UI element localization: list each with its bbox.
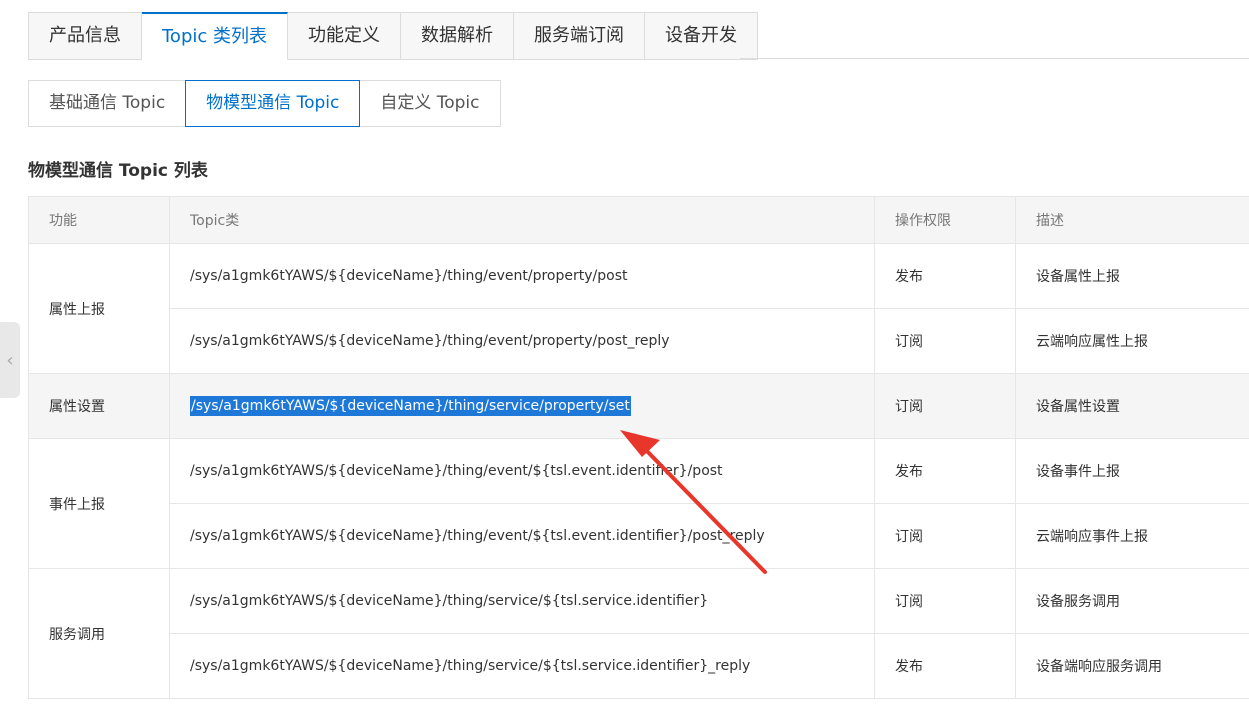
- table-row: /sys/a1gmk6tYAWS/${deviceName}/thing/eve…: [29, 503, 1249, 569]
- permission-cell: 订阅: [874, 568, 1016, 634]
- tab-product-info[interactable]: 产品信息: [28, 12, 142, 60]
- function-cell: 属性上报: [28, 243, 170, 374]
- topic-cell[interactable]: /sys/a1gmk6tYAWS/${deviceName}/thing/eve…: [169, 503, 875, 569]
- sidebar-collapse-handle[interactable]: ‹: [0, 322, 20, 398]
- description-cell: 设备事件上报: [1015, 438, 1249, 504]
- selected-topic-text[interactable]: /sys/a1gmk6tYAWS/${deviceName}/thing/ser…: [190, 396, 631, 416]
- subtab-thing-model-topic[interactable]: 物模型通信 Topic: [185, 80, 361, 127]
- header-permission: 操作权限: [874, 196, 1016, 244]
- topic-cell-selected[interactable]: /sys/a1gmk6tYAWS/${deviceName}/thing/ser…: [169, 373, 875, 439]
- topic-table: 功能 Topic类 操作权限 描述 属性上报 /sys/a1gmk6tYAWS/…: [28, 196, 1249, 699]
- subtab-custom-topic[interactable]: 自定义 Topic: [360, 80, 501, 127]
- header-function: 功能: [28, 196, 170, 244]
- chevron-left-icon: ‹: [6, 349, 14, 371]
- permission-cell: 发布: [874, 243, 1016, 309]
- tab-server-subscription[interactable]: 服务端订阅: [514, 12, 645, 60]
- subtab-basic-topic[interactable]: 基础通信 Topic: [28, 80, 187, 127]
- description-cell: 设备服务调用: [1015, 568, 1249, 634]
- topic-cell[interactable]: /sys/a1gmk6tYAWS/${deviceName}/thing/eve…: [169, 438, 875, 504]
- tab-topic-list[interactable]: Topic 类列表: [142, 12, 288, 60]
- topic-cell[interactable]: /sys/a1gmk6tYAWS/${deviceName}/thing/ser…: [169, 633, 875, 699]
- sub-tab-bar: 基础通信 Topic 物模型通信 Topic 自定义 Topic: [28, 80, 501, 127]
- description-cell: 云端响应事件上报: [1015, 503, 1249, 569]
- tab-device-development[interactable]: 设备开发: [645, 12, 758, 60]
- topic-cell[interactable]: /sys/a1gmk6tYAWS/${deviceName}/thing/ser…: [169, 568, 875, 634]
- function-cell: 事件上报: [28, 438, 170, 569]
- main-tab-bar: 产品信息 Topic 类列表 功能定义 数据解析 服务端订阅 设备开发: [28, 12, 758, 60]
- description-cell: 设备端响应服务调用: [1015, 633, 1249, 699]
- table-header-row: 功能 Topic类 操作权限 描述: [28, 196, 1249, 244]
- table-row: 服务调用 /sys/a1gmk6tYAWS/${deviceName}/thin…: [28, 568, 1249, 699]
- description-cell: 设备属性设置: [1015, 373, 1249, 439]
- description-cell: 云端响应属性上报: [1015, 308, 1249, 374]
- permission-cell: 发布: [874, 633, 1016, 699]
- section-title: 物模型通信 Topic 列表: [28, 161, 208, 181]
- table-row: /sys/a1gmk6tYAWS/${deviceName}/thing/ser…: [29, 633, 1249, 699]
- tab-bar-divider: [740, 58, 1249, 59]
- permission-cell: 订阅: [874, 373, 1016, 439]
- table-row: 属性设置 /sys/a1gmk6tYAWS/${deviceName}/thin…: [28, 373, 1249, 439]
- topic-cell[interactable]: /sys/a1gmk6tYAWS/${deviceName}/thing/eve…: [169, 308, 875, 374]
- header-topic: Topic类: [169, 196, 875, 244]
- tab-data-parsing[interactable]: 数据解析: [401, 12, 514, 60]
- permission-cell: 发布: [874, 438, 1016, 504]
- description-cell: 设备属性上报: [1015, 243, 1249, 309]
- table-row: 属性上报 /sys/a1gmk6tYAWS/${deviceName}/thin…: [28, 243, 1249, 374]
- function-cell: 属性设置: [28, 373, 170, 439]
- table-row: 事件上报 /sys/a1gmk6tYAWS/${deviceName}/thin…: [28, 438, 1249, 569]
- function-cell: 服务调用: [28, 568, 170, 699]
- permission-cell: 订阅: [874, 503, 1016, 569]
- table-row: /sys/a1gmk6tYAWS/${deviceName}/thing/eve…: [29, 308, 1249, 374]
- topic-cell[interactable]: /sys/a1gmk6tYAWS/${deviceName}/thing/eve…: [169, 243, 875, 309]
- permission-cell: 订阅: [874, 308, 1016, 374]
- tab-function-definition[interactable]: 功能定义: [288, 12, 401, 60]
- header-description: 描述: [1015, 196, 1249, 244]
